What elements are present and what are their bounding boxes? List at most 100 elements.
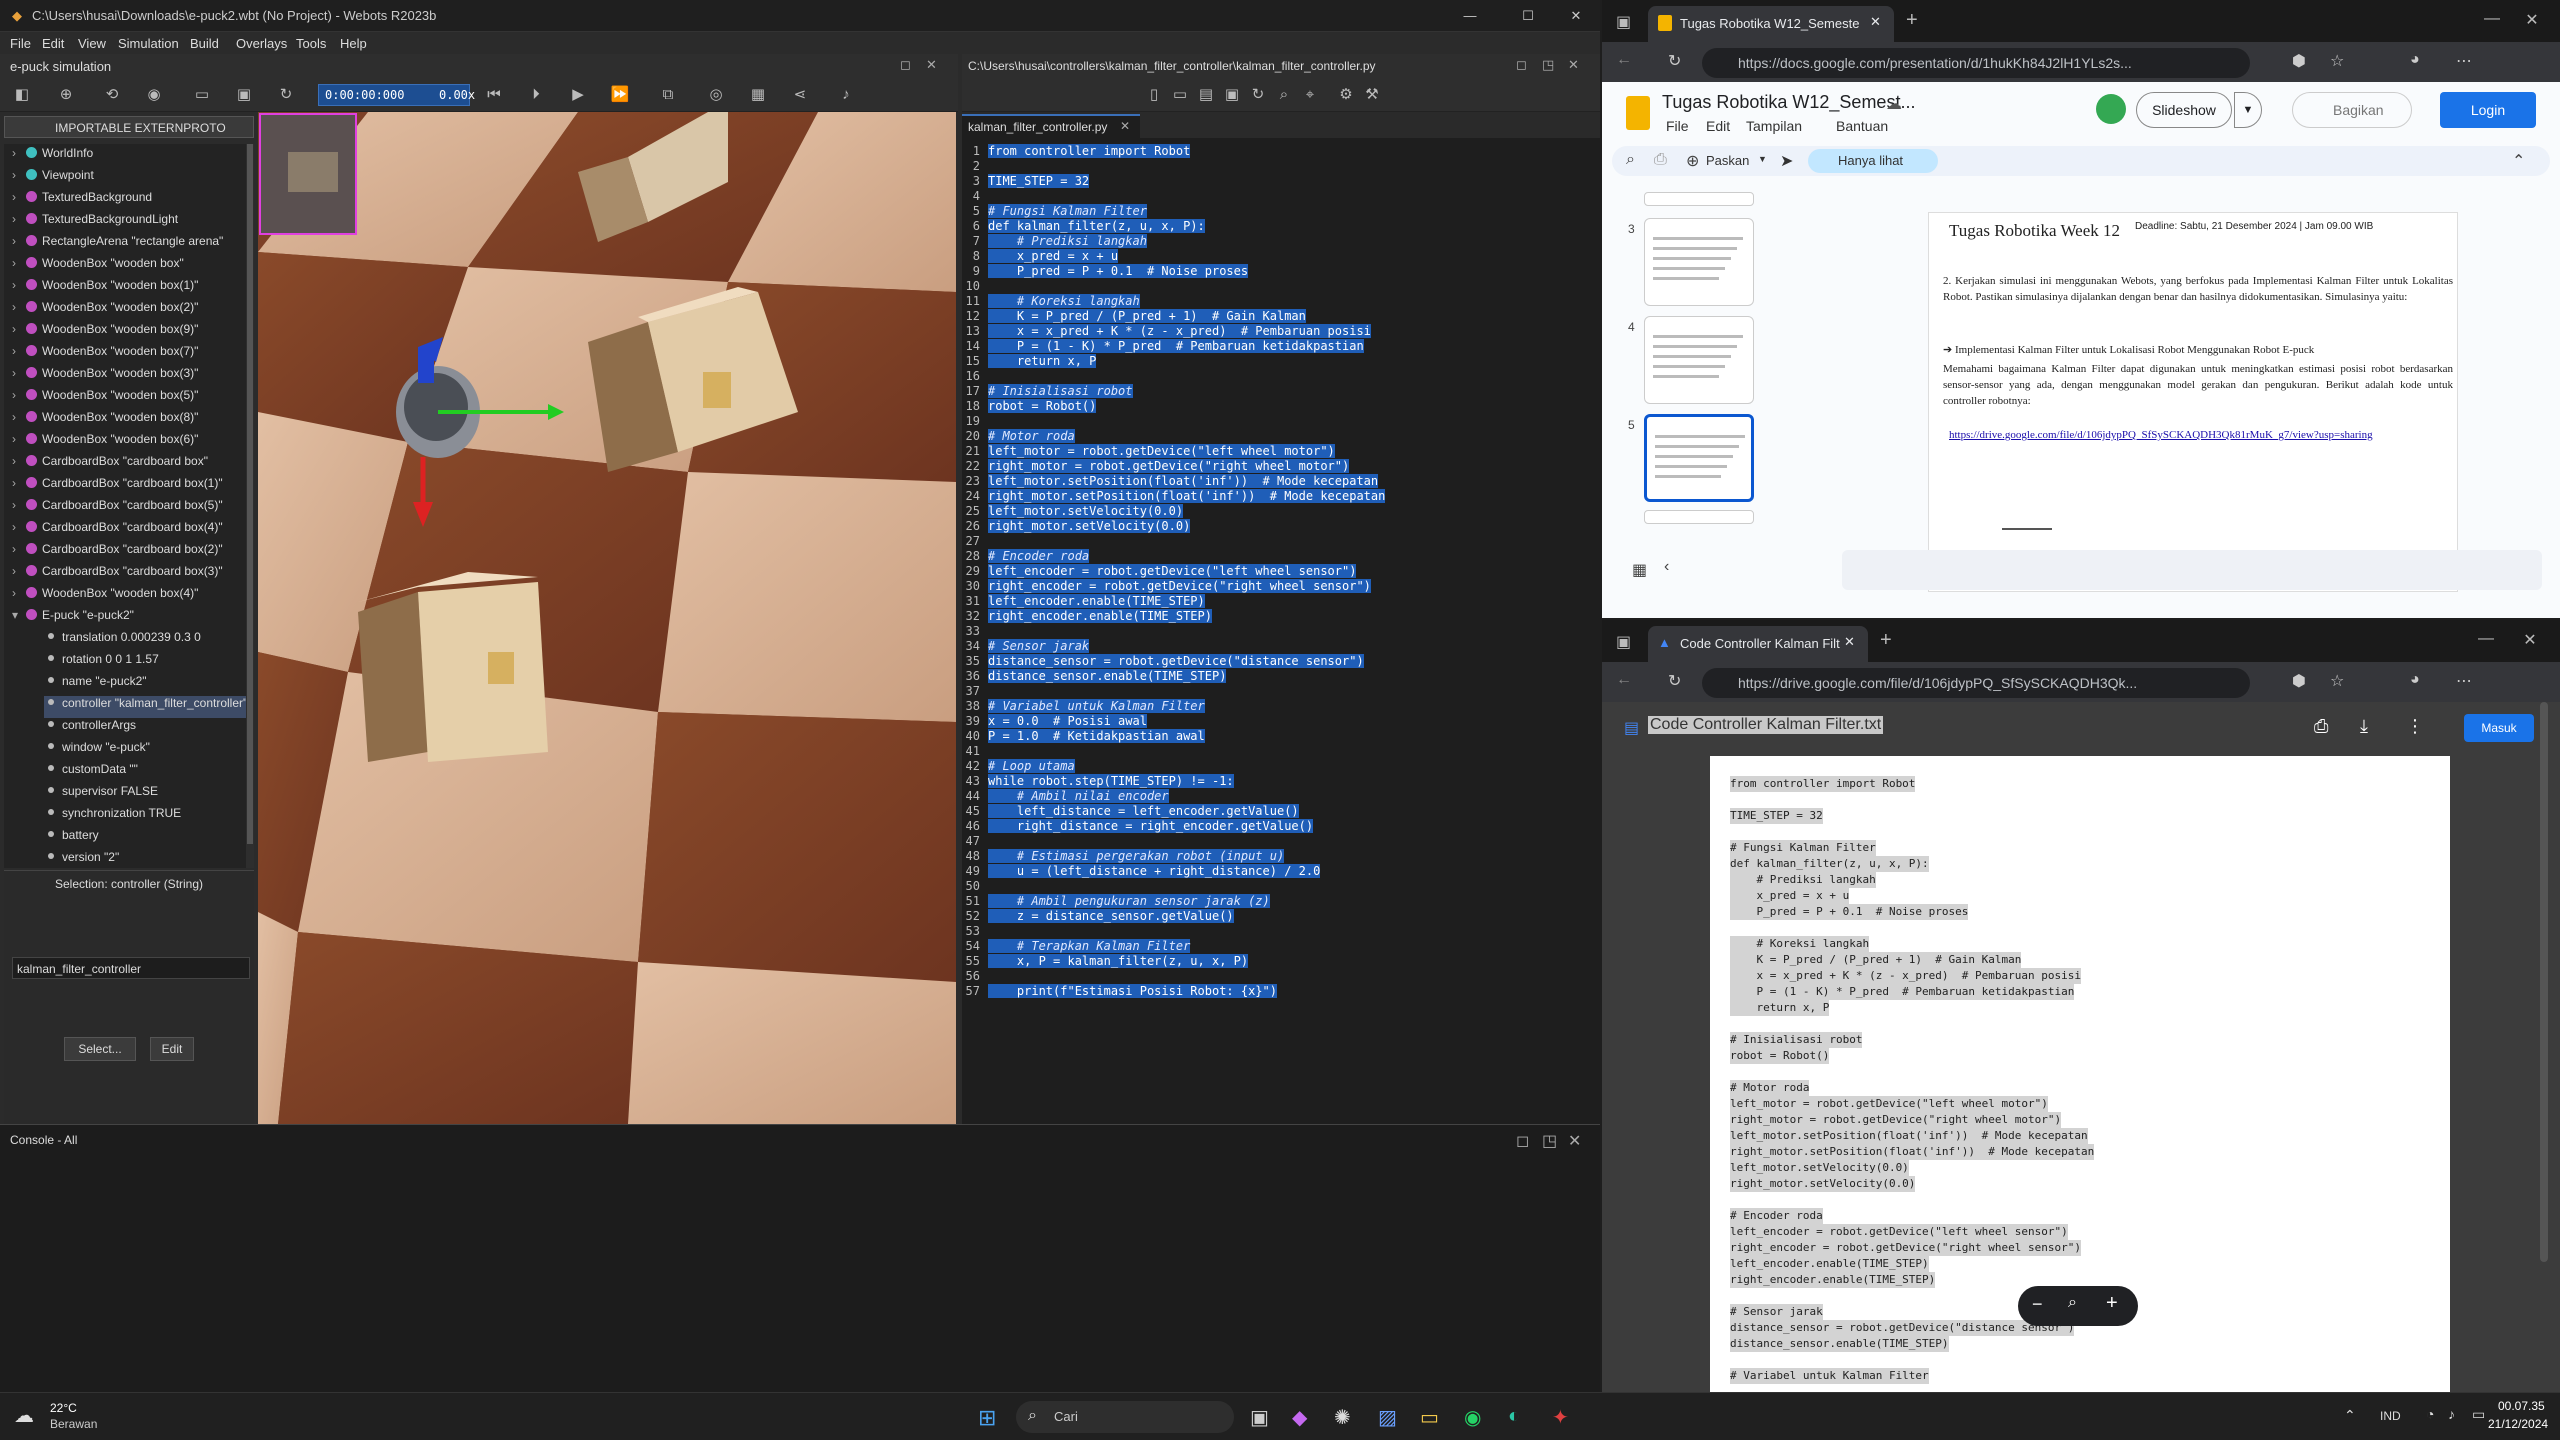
scene-tree-field[interactable]: supervisor FALSE [48,784,158,806]
movie-icon[interactable]: ▦ [746,83,770,107]
step-icon[interactable]: ⏵ [524,83,548,107]
chevron-right-icon[interactable]: › [12,564,24,578]
menu-build[interactable]: Build [190,36,219,51]
menu-help[interactable]: Help [340,36,367,51]
chevron-right-icon[interactable]: › [12,388,24,402]
scene-tree-node[interactable]: › WoodenBox "wooden box(5)" [12,388,198,410]
collapse-panel-icon[interactable]: ‹ [1664,558,1669,576]
profile-icon[interactable]: ◕ [2410,51,2420,69]
download-icon[interactable]: ⤓ [2360,716,2368,737]
revert-icon[interactable]: ↻ [1246,83,1270,107]
extension-icon[interactable]: ⬢ [2292,51,2306,71]
open-file-icon[interactable]: ▭ [1168,83,1192,107]
chevron-right-icon[interactable]: › [12,520,24,534]
zoom-in-icon[interactable]: + [2106,1292,2118,1315]
scene-tree-node[interactable]: › CardboardBox "cardboard box(5)" [12,498,223,520]
chevron-right-icon[interactable]: › [12,256,24,270]
undock-editor-icon[interactable]: ◻ [1516,57,1527,73]
close-tab-icon[interactable]: ✕ [1844,634,1855,650]
minimize-icon[interactable]: — [2466,630,2506,648]
resize-handle[interactable] [2002,528,2052,530]
language-indicator[interactable]: IND [2380,1409,2401,1423]
close-tab-icon[interactable]: ✕ [1120,119,1130,133]
new-file-icon[interactable]: ▯ [1142,83,1166,107]
scene-tree-node[interactable]: › WoodenBox "wooden box(9)" [12,322,198,344]
scene-tree-field[interactable]: battery [48,828,99,850]
scene-tree-node[interactable]: › CardboardBox "cardboard box(4)" [12,520,223,542]
drive-tab[interactable]: ▲ Code Controller Kalman Filter.txt ✕ [1648,626,1868,662]
close-tab-icon[interactable]: ✕ [1870,14,1881,30]
scene-tree-field[interactable]: name "e-puck2" [48,674,147,696]
slide-thumbnail[interactable] [1644,316,1754,404]
play-icon[interactable]: ▶ [566,83,590,107]
meet-icon[interactable] [2096,94,2126,124]
chevron-right-icon[interactable]: › [12,190,24,204]
slide-link[interactable]: https://drive.google.com/file/d/106jdypP… [1949,427,2449,443]
slides-menu-bantuan[interactable]: Bantuan [1836,118,1888,134]
zoom-out-icon[interactable]: − [2032,1294,2043,1315]
start-icon[interactable]: ⊞ [978,1405,996,1431]
new-tab-icon[interactable]: + [1880,629,1892,652]
chevron-right-icon[interactable]: › [12,410,24,424]
float-console-icon[interactable]: ◳ [1542,1131,1557,1151]
battery-icon[interactable]: ▭ [2472,1406,2485,1423]
save-file-icon[interactable]: ▣ [1220,83,1244,107]
clock-time[interactable]: 00.07.35 [2498,1399,2545,1413]
scene-tree-node[interactable]: › WoodenBox "wooden box(3)" [12,366,198,388]
code-editor[interactable]: kalman_filter_controller.py ✕ 1 from cont… [962,112,1600,1124]
tray-chevron-icon[interactable]: ⌃ [2344,1407,2356,1424]
chatgpt-icon[interactable]: ✺ [1334,1405,1351,1430]
build-icon[interactable]: ⚙ [1334,83,1358,107]
reset-icon[interactable]: ↻ [274,83,298,107]
scene-tree-node[interactable]: › CardboardBox "cardboard box(2)" [12,542,223,564]
chevron-right-icon[interactable]: › [12,300,24,314]
chevron-down-icon[interactable]: ▼ [1758,154,1767,164]
profile-icon[interactable]: ◕ [2410,671,2420,689]
scene-tree-node[interactable]: › WoodenBox "wooden box(1)" [12,278,198,300]
toggle-scene-tree-icon[interactable]: ◧ [10,83,34,107]
chevron-right-icon[interactable]: › [12,146,24,160]
step-back-icon[interactable]: ⏮ [482,83,506,107]
edit-button[interactable]: Edit [150,1037,194,1061]
more-icon[interactable]: ⋯ [2456,51,2472,71]
slide-thumbnail[interactable] [1644,414,1754,502]
scene-tree-node[interactable]: › CardboardBox "cardboard box(1)" [12,476,223,498]
scene-tree-node[interactable]: › TexturedBackgroundLight [12,212,178,234]
render-icon[interactable]: ⧉ [656,83,680,107]
close-panel-icon[interactable]: ✕ [926,57,937,73]
favorites-icon[interactable]: ☆ [2330,671,2344,691]
clock-date[interactable]: 21/12/2024 [2488,1417,2548,1431]
view-only-badge[interactable]: Hanya lihat [1808,149,1938,173]
file-explorer-icon[interactable]: ▭ [1420,1405,1439,1430]
chevron-down-icon[interactable]: ▾ [12,608,24,622]
more-options-icon[interactable]: ⋮ [2406,716,2424,737]
slides-menu-file[interactable]: File [1666,118,1689,134]
extension-icon[interactable]: ⬢ [2292,671,2306,691]
chevron-right-icon[interactable]: › [12,344,24,358]
menu-tools[interactable]: Tools [296,36,326,51]
login-button[interactable]: Login [2440,92,2536,128]
chevron-right-icon[interactable]: › [12,542,24,556]
slides-tab[interactable]: Tugas Robotika W12_Semester G ✕ [1648,6,1894,42]
scene-tree-field[interactable]: controllerArgs [48,718,136,740]
slideshow-button[interactable]: Slideshow [2136,92,2232,128]
slides-url[interactable]: https://docs.google.com/presentation/d/1… [1702,48,2250,78]
taskbar-search[interactable]: ⌕ Cari [1016,1401,1234,1433]
back-icon[interactable]: ← [1616,671,1632,689]
more-icon[interactable]: ⋯ [2456,671,2472,691]
menu-overlays[interactable]: Overlays [236,36,287,51]
scene-tree-node[interactable]: ▾ E-puck "e-puck2" [12,608,134,630]
close-icon[interactable]: ✕ [1556,8,1596,24]
menu-edit[interactable]: Edit [42,36,64,51]
chevron-right-icon[interactable]: › [12,322,24,336]
scene-tree-node[interactable]: › WorldInfo [12,146,93,168]
task-view-icon[interactable]: ▣ [1250,1405,1269,1430]
code-area[interactable]: 1 from controller import Robot 2 3 TIME_STEP… [964,144,1600,1104]
chevron-right-icon[interactable]: › [12,498,24,512]
undock-console-icon[interactable]: ◻ [1516,1131,1529,1151]
scene-tree-field[interactable]: version "2" [48,850,119,868]
close-console-icon[interactable]: ✕ [1568,1131,1581,1151]
grid-view-icon[interactable]: ▦ [1632,560,1647,580]
undock-icon[interactable]: ◻ [900,57,911,73]
replace-icon[interactable]: ⌖ [1298,83,1322,107]
